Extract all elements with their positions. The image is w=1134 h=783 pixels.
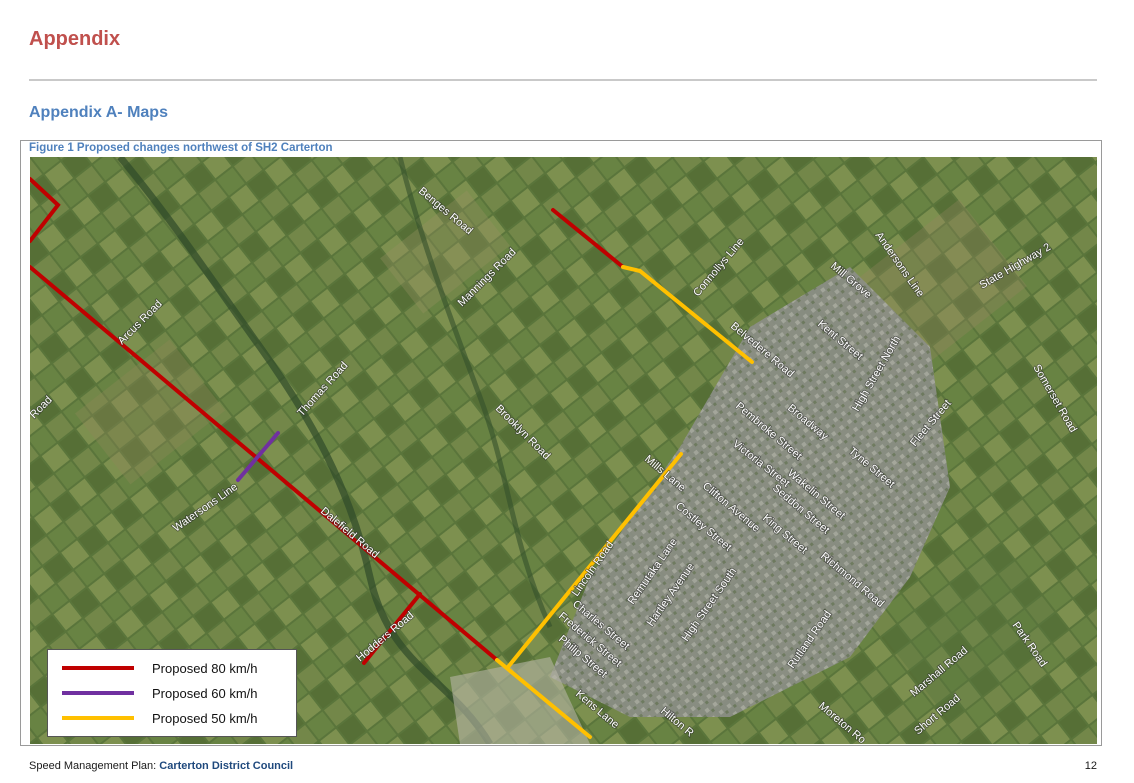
map-legend: Proposed 80 km/h Proposed 60 km/h Propos… (47, 649, 297, 737)
footer-document-title: Speed Management Plan: Carterton Distric… (29, 760, 293, 772)
legend-item-50: Proposed 50 km/h (62, 708, 258, 728)
legend-item-80: Proposed 80 km/h (62, 658, 258, 678)
legend-item-60: Proposed 60 km/h (62, 683, 258, 703)
legend-swatch (62, 691, 134, 695)
legend-label: Proposed 50 km/h (152, 710, 258, 726)
section-heading: Appendix A- Maps (29, 104, 168, 121)
legend-swatch (62, 666, 134, 670)
legend-swatch (62, 716, 134, 720)
footer-prefix: Speed Management Plan: (29, 760, 160, 772)
page-heading: Appendix (29, 28, 121, 50)
legend-label: Proposed 80 km/h (152, 660, 258, 676)
heading-divider (29, 79, 1097, 81)
legend-label: Proposed 60 km/h (152, 685, 258, 701)
page-number: 12 (1084, 760, 1097, 772)
figure-caption: Figure 1 Proposed changes northwest of S… (29, 142, 333, 154)
footer-organisation: Carterton District Council (159, 760, 294, 772)
